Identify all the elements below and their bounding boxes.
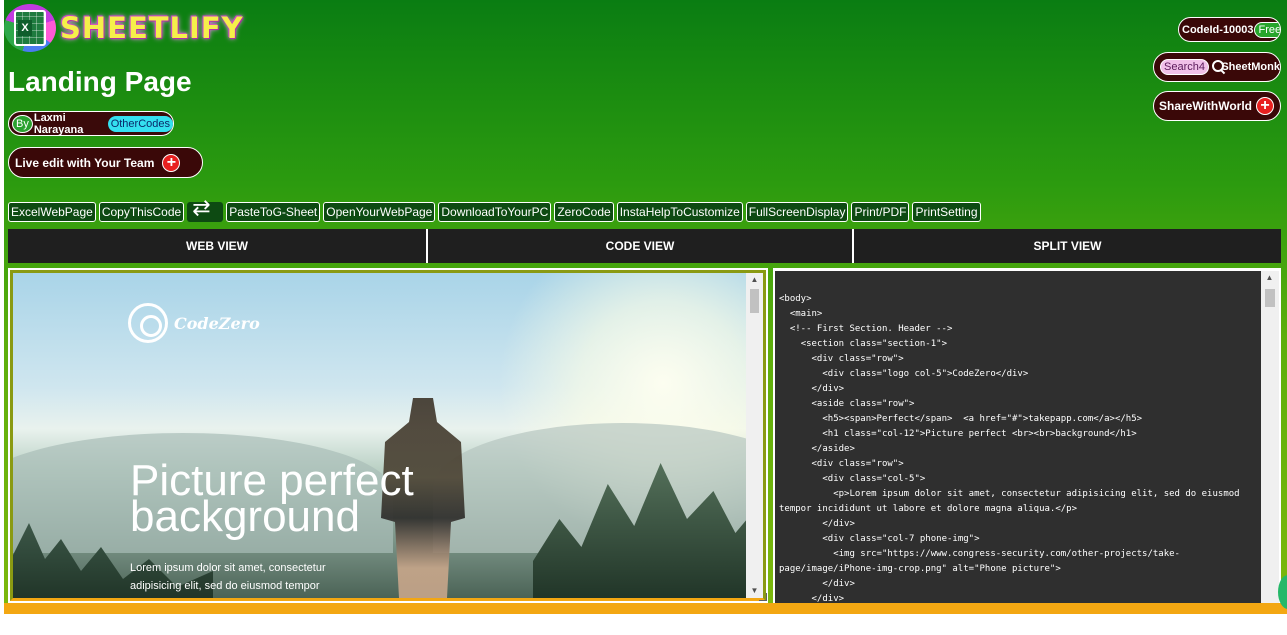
plus-icon: + — [162, 153, 181, 172]
search-sheetmonk-button[interactable]: Search4 SheetMonk — [1153, 52, 1281, 82]
toolbar: ExcelWebPage CopyThisCode PasteToG-Sheet… — [8, 196, 981, 222]
author-name[interactable]: Laxmi Narayana — [34, 112, 107, 136]
share-with-world-button[interactable]: ShareWithWorld + — [1153, 91, 1281, 121]
code-line: </div> — [779, 579, 855, 589]
tab-split-view[interactable]: SPLIT VIEW — [854, 229, 1281, 263]
code-line: <h1 class="col-12">Picture perfect <br><… — [779, 429, 1137, 439]
print-setting-button[interactable]: PrintSetting — [912, 202, 981, 222]
code-line: <h5><span>Perfect</span> <a href="#">tak… — [779, 414, 1143, 424]
web-preview-frame: CodeZero Picture perfect background Lore… — [8, 268, 768, 603]
code-line: </aside> — [779, 444, 855, 454]
preview-brand: CodeZero — [174, 313, 260, 333]
code-line: <section class="section-1"> — [779, 339, 947, 349]
code-line: <div class="row"> — [779, 354, 904, 364]
download-to-pc-button[interactable]: DownloadToYourPC — [438, 202, 552, 222]
resize-grip-icon[interactable] — [759, 593, 767, 601]
copy-this-code-button[interactable]: CopyThisCode — [98, 202, 185, 222]
code-line: <aside class="row"> — [779, 399, 915, 409]
code-line: <main> — [779, 309, 823, 319]
code-line: </div> — [779, 594, 845, 603]
preview-logo: CodeZero — [128, 303, 260, 343]
tab-code-view[interactable]: CODE VIEW — [428, 229, 854, 263]
ring-logo-icon — [128, 303, 168, 343]
scroll-thumb[interactable] — [750, 289, 759, 313]
excel-sheet-icon: X — [4, 4, 56, 52]
code-line: <div class="col-5"> — [779, 474, 926, 484]
brand-name: SHEETLIFY — [60, 11, 244, 45]
code-line: </div> — [779, 519, 855, 529]
scroll-up-arrow-icon[interactable]: ▲ — [1261, 271, 1278, 285]
search-icon — [1211, 60, 1225, 74]
bottom-accent-bar — [4, 603, 1287, 614]
zero-code-button[interactable]: ZeroCode — [554, 202, 614, 222]
author-pill[interactable]: By Laxmi Narayana OtherCodes — [8, 111, 174, 136]
preview-title-line-2: background — [130, 492, 360, 541]
code-editor[interactable]: <body> <main> <!-- First Section. Header… — [775, 271, 1261, 603]
print-pdf-button[interactable]: Print/PDF — [851, 202, 910, 222]
insta-help-button[interactable]: InstaHelpToCustomize — [616, 202, 743, 222]
other-codes-button[interactable]: OtherCodes — [107, 115, 173, 132]
code-line: <p>Lorem ipsum dolor sit amet, consectet… — [779, 489, 1245, 514]
swap-arrows-icon — [187, 196, 224, 222]
code-line: <div class="row"> — [779, 459, 904, 469]
code-text[interactable]: <body> <main> <!-- First Section. Header… — [779, 292, 1259, 603]
live-edit-label: Live edit with Your Team — [15, 155, 155, 170]
full-screen-display-button[interactable]: FullScreenDisplay — [745, 202, 849, 222]
page-title: Landing Page — [8, 66, 192, 97]
code-line: <!-- First Section. Header --> — [779, 324, 953, 334]
code-line: <body> — [779, 294, 812, 304]
share-label: ShareWithWorld — [1159, 99, 1253, 113]
excel-web-page-button[interactable]: ExcelWebPage — [8, 202, 96, 222]
sheetmonk-label: SheetMonk — [1221, 61, 1280, 73]
code-line: <div class="logo col-5">CodeZero</div> — [779, 369, 1029, 379]
code-id-pill[interactable]: CodeId-10003 Free — [1178, 17, 1281, 42]
search-badge: Search4 — [1160, 59, 1209, 75]
code-view-frame: <body> <main> <!-- First Section. Header… — [773, 268, 1281, 603]
paste-to-gsheet-button[interactable]: PasteToG-Sheet — [226, 202, 321, 222]
code-id-label: CodeId-10003 — [1182, 23, 1254, 36]
hero-image: CodeZero Picture perfect background Lore… — [13, 273, 746, 598]
scroll-thumb[interactable] — [1265, 289, 1275, 307]
code-line: </div> — [779, 384, 845, 394]
code-line: <div class="col-7 phone-img"> — [779, 534, 980, 544]
web-preview[interactable]: CodeZero Picture perfect background Lore… — [10, 270, 766, 601]
preview-scrollbar[interactable]: ▲ ▼ — [746, 273, 763, 598]
plus-icon: + — [1256, 97, 1275, 115]
free-badge: Free — [1253, 21, 1280, 38]
view-tabs: WEB VIEW CODE VIEW SPLIT VIEW — [8, 229, 1281, 263]
preview-paragraph: Lorem ipsum dolor sit amet, consectetur … — [130, 559, 330, 595]
brand[interactable]: X SHEETLIFY — [4, 4, 244, 52]
preview-text-line-1: Lorem ipsum dolor sit amet, consectetur — [130, 562, 326, 574]
by-badge: By — [12, 114, 33, 133]
preview-title: Picture perfect background — [130, 459, 550, 541]
code-line: <img src="https://www.congress-security.… — [779, 549, 1180, 574]
preview-text-line-2: adipisicing elit, sed do eiusmod tempor — [130, 580, 320, 592]
code-scrollbar[interactable]: ▲ — [1261, 271, 1279, 603]
tab-web-view[interactable]: WEB VIEW — [8, 229, 428, 263]
live-edit-button[interactable]: Live edit with Your Team + — [8, 147, 203, 178]
open-your-web-page-button[interactable]: OpenYourWebPage — [323, 202, 436, 222]
scroll-up-arrow-icon[interactable]: ▲ — [746, 273, 763, 287]
